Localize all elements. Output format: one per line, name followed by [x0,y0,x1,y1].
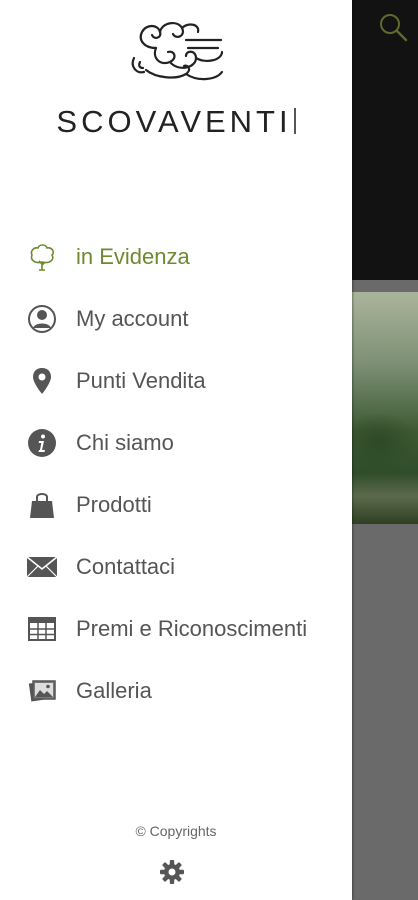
tree-icon [26,242,58,272]
menu-item-label: in Evidenza [76,244,190,269]
copyright-text: © Copyrights [135,823,217,839]
menu-item-label: Premi e Riconoscimenti [76,616,308,641]
brand-logo: SCOVAVENTI [0,18,352,139]
drawer-menu: in Evidenza My account Punti Vendita Chi… [0,226,352,722]
menu-item-punti-vendita[interactable]: Punti Vendita [0,350,352,412]
wind-swirl-logo-icon [131,22,224,81]
menu-item-label: Prodotti [76,492,152,517]
menu-item-label: Galleria [76,678,152,703]
location-pin-icon [26,366,58,396]
table-icon [26,614,58,644]
menu-item-contattaci[interactable]: Contattaci [0,536,352,598]
menu-item-label: My account [76,306,189,331]
background-photo [352,292,418,524]
envelope-icon [26,552,58,582]
user-icon [26,304,58,334]
menu-item-in-evidenza[interactable]: in Evidenza [0,226,352,288]
menu-item-galleria[interactable]: Galleria [0,660,352,722]
menu-item-label: Contattaci [76,554,176,579]
brand-name: SCOVAVENTI [0,104,352,140]
menu-item-label: Chi siamo [76,430,174,455]
navigation-drawer: SCOVAVENTI in Evidenza My account Punti … [0,0,352,900]
menu-item-my-account[interactable]: My account [0,288,352,350]
menu-item-prodotti[interactable]: Prodotti [0,474,352,536]
menu-item-premi-e-riconoscimenti[interactable]: Premi e Riconoscimenti [0,598,352,660]
gear-icon[interactable] [159,859,185,885]
shopping-bag-icon [26,490,58,520]
gallery-icon [26,676,58,706]
menu-item-label: Punti Vendita [76,368,206,393]
search-icon[interactable] [376,10,410,44]
info-icon [26,428,58,458]
menu-item-chi-siamo[interactable]: Chi siamo [0,412,352,474]
